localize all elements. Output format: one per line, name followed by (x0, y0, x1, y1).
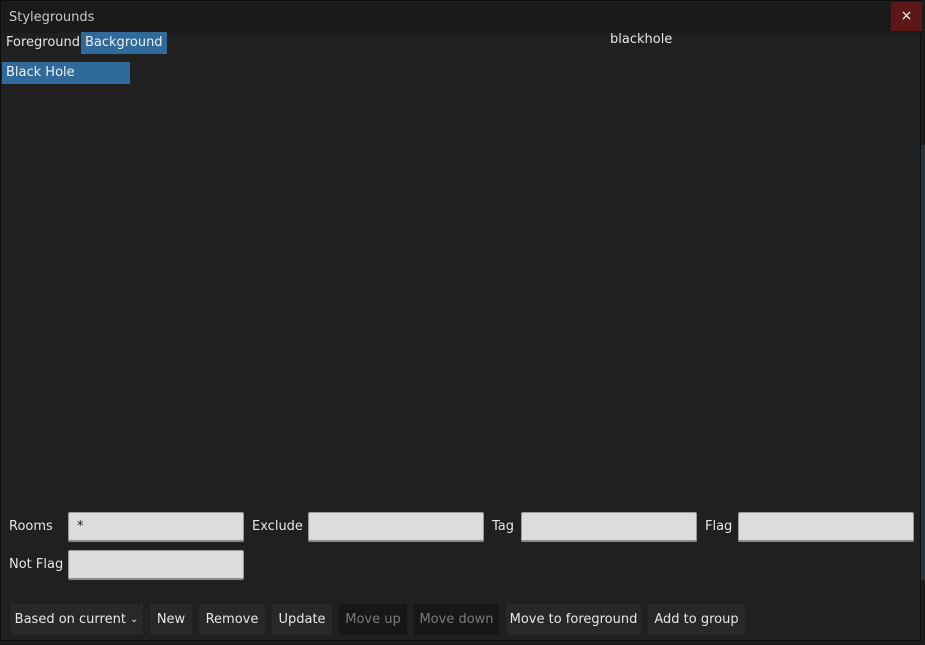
styleground-preview-name: blackhole (610, 32, 673, 47)
move-down-button[interactable]: Move down (414, 604, 499, 635)
move-to-foreground-button[interactable]: Move to foreground (506, 604, 641, 635)
new-button[interactable]: New (150, 604, 192, 635)
close-icon: × (900, 8, 913, 24)
exclude-input[interactable] (308, 512, 484, 542)
flag-input[interactable] (738, 512, 914, 542)
tag-input[interactable] (521, 512, 697, 542)
add-to-group-button[interactable]: Add to group (648, 604, 745, 635)
update-button[interactable]: Update (272, 604, 332, 635)
rooms-input[interactable] (68, 512, 244, 542)
tab-foreground[interactable]: Foreground (2, 32, 84, 54)
close-button[interactable]: × (891, 2, 922, 31)
remove-button[interactable]: Remove (199, 604, 265, 635)
title-bar[interactable]: Stylegrounds × (1, 1, 922, 33)
based-on-current-label: Based on current (14, 612, 126, 627)
not-flag-input[interactable] (68, 550, 244, 580)
list-item-black-hole[interactable]: Black Hole (2, 62, 130, 84)
stylegrounds-window: Stylegrounds × Foreground Background bla… (0, 0, 922, 641)
move-up-button[interactable]: Move up (339, 604, 407, 635)
chevron-down-icon: ⌄ (129, 614, 139, 625)
background-window-edge (921, 145, 925, 580)
based-on-current-dropdown[interactable]: Based on current ⌄ (10, 604, 143, 635)
tab-background[interactable]: Background (81, 32, 167, 54)
rooms-label: Rooms (9, 519, 53, 534)
window-title: Stylegrounds (9, 10, 95, 25)
not-flag-label: Not Flag (9, 557, 64, 572)
exclude-label: Exclude (252, 519, 303, 534)
tag-label: Tag (492, 519, 515, 534)
flag-label: Flag (705, 519, 733, 534)
